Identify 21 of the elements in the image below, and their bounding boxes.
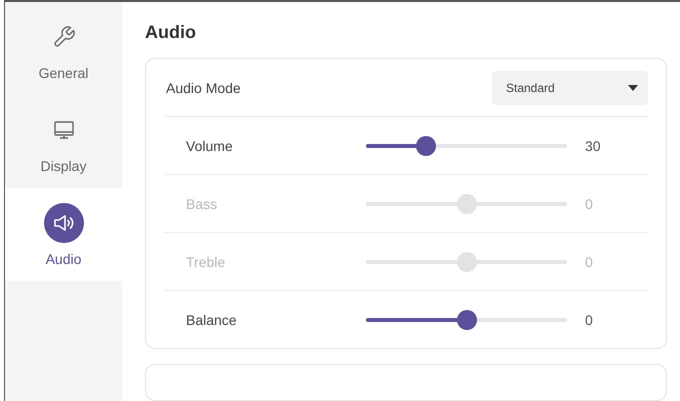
setting-label: Bass <box>185 196 218 212</box>
slider-value: 30 <box>585 138 601 154</box>
sidebar-item-label: Audio <box>46 250 82 266</box>
slider-thumb[interactable] <box>456 310 476 330</box>
slider-value: 0 <box>585 196 593 212</box>
wrench-icon <box>52 24 76 48</box>
sidebar-item-label: Display <box>40 158 86 174</box>
dropdown[interactable]: Standard <box>492 70 648 104</box>
slider-thumb[interactable] <box>416 136 436 156</box>
setting-label: Treble <box>185 254 226 270</box>
page-title: Audio <box>145 22 197 43</box>
caret-icon <box>628 84 638 90</box>
setting-label: Balance <box>185 312 238 328</box>
sidebar-item[interactable]: General <box>5 2 122 95</box>
sidebar-item-label: General <box>38 64 88 80</box>
slider-value: 0 <box>585 312 593 328</box>
slider-value: 0 <box>585 254 593 270</box>
sidebar-item[interactable]: Display <box>5 95 122 188</box>
setting-label: Volume <box>185 138 234 154</box>
setting-label: Audio Mode <box>165 80 242 96</box>
sidebar-item[interactable]: Audio <box>5 188 122 281</box>
